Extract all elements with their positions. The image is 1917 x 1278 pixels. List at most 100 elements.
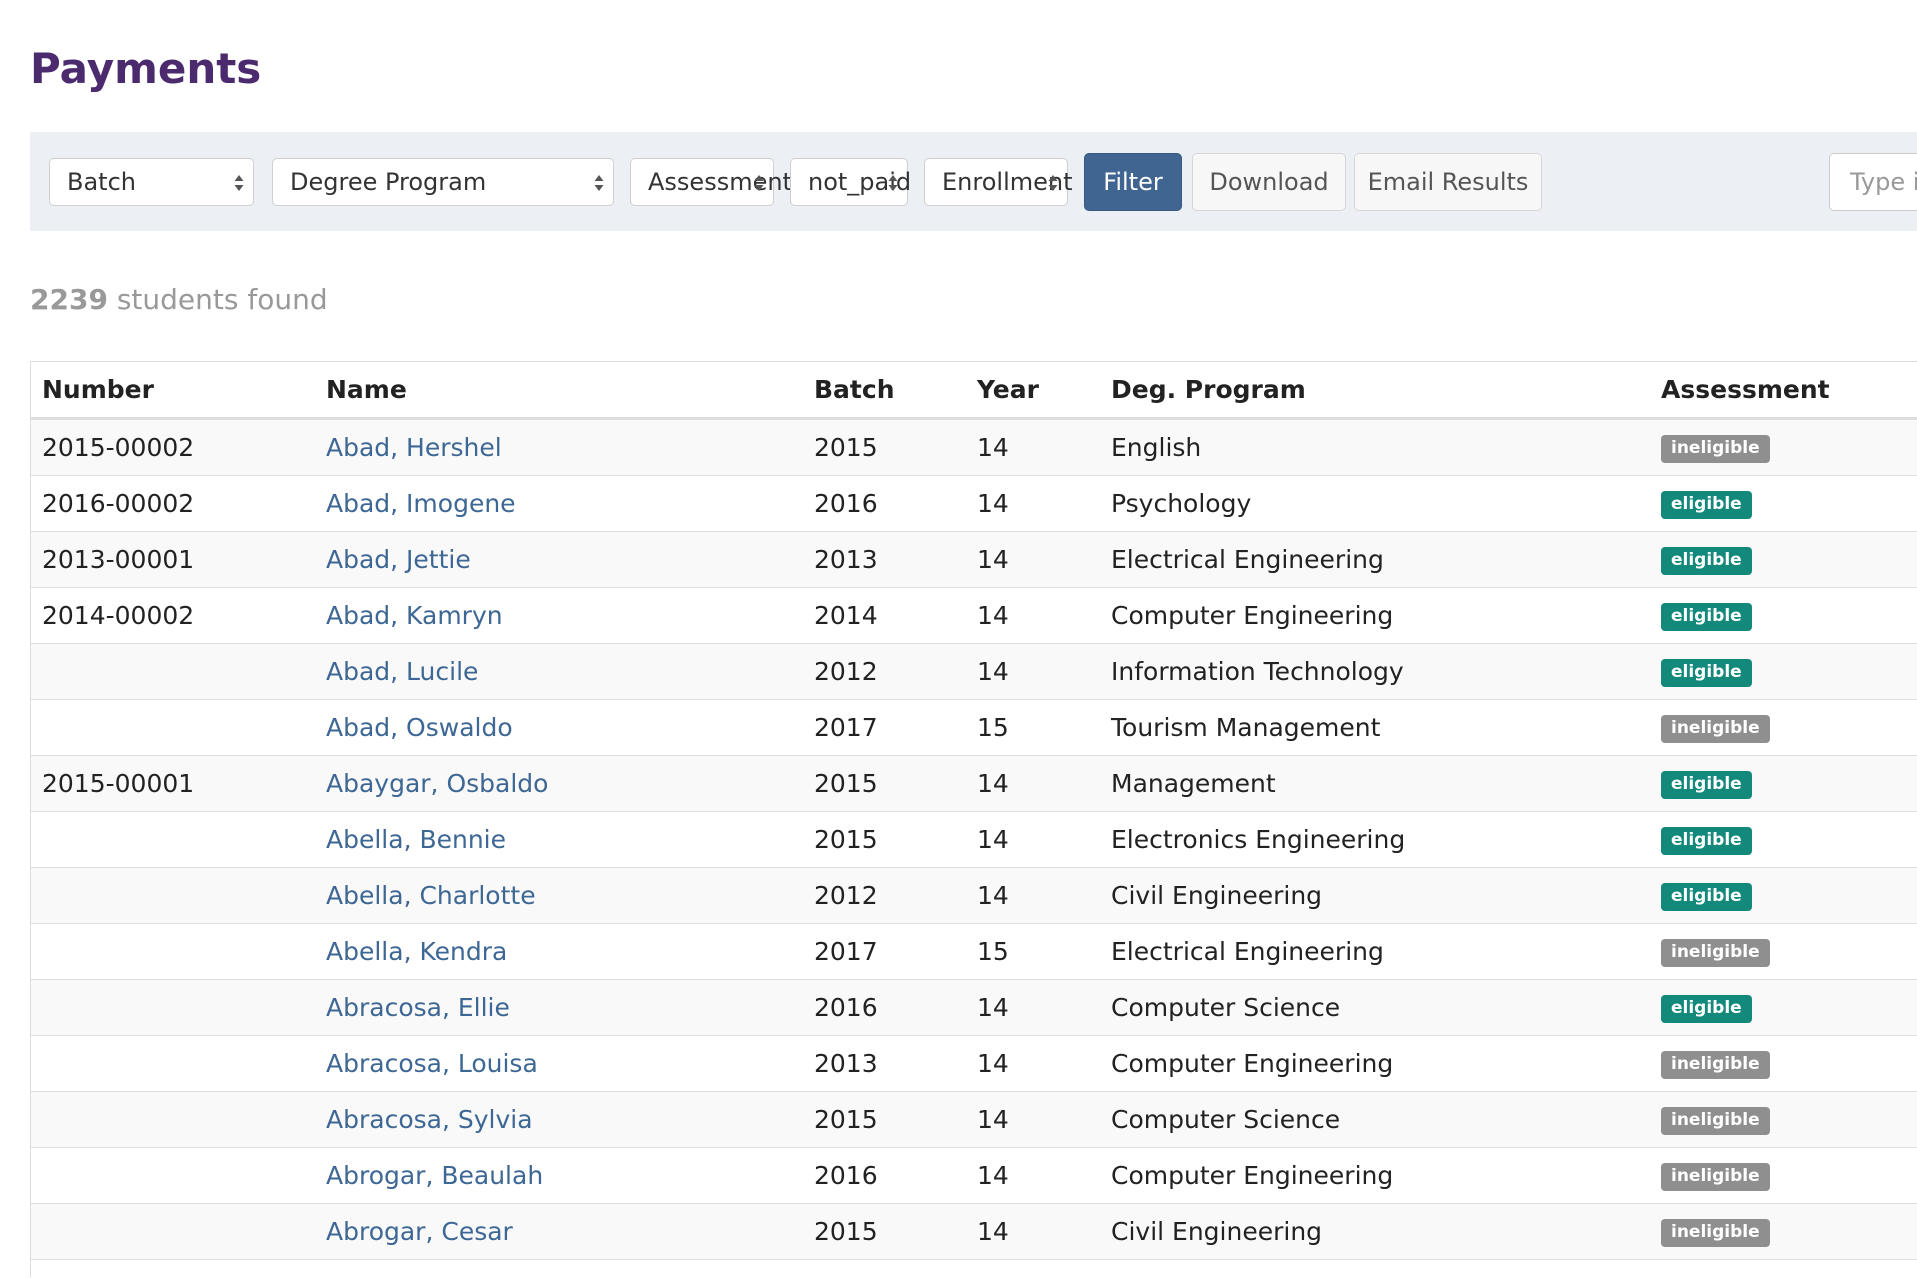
cell-assessment: ineligible	[1650, 923, 1917, 980]
cell-batch: 2015	[803, 418, 966, 476]
cell-batch: 2015	[803, 811, 966, 868]
assessment-badge: eligible	[1661, 658, 1752, 687]
cell-year: 14	[966, 1035, 1100, 1092]
cell-assessment: ineligible	[1650, 1035, 1917, 1092]
column-header-assessment[interactable]: Assessment	[1650, 362, 1917, 420]
cell-number: 2016-00002	[31, 475, 315, 532]
cell-number: 2013-00001	[31, 531, 315, 588]
cell-year: 14	[966, 755, 1100, 812]
cell-name: Abaygar, Osbaldo	[315, 755, 803, 812]
cell-name: Abad, Imogene	[315, 475, 803, 532]
student-name-link[interactable]: Abad, Hershel	[326, 433, 502, 462]
degree-program-select[interactable]: Degree Program	[272, 158, 614, 206]
cell-number: 2014-00002	[31, 587, 315, 644]
table-row: Abad, Oswaldo 2017 15 Tourism Management…	[31, 699, 1917, 756]
assessment-badge: ineligible	[1661, 714, 1770, 743]
cell-deg-program: Electrical Engineering	[1100, 923, 1650, 980]
student-name-link[interactable]: Abad, Imogene	[326, 489, 516, 518]
assessment-badge: eligible	[1661, 994, 1752, 1023]
cell-name: Abracosa, Ellie	[315, 979, 803, 1036]
cell-name: Abad, Jettie	[315, 531, 803, 588]
cell-year: 14	[966, 643, 1100, 700]
assessment-select[interactable]: Assessment	[630, 158, 792, 206]
cell-deg-program: Computer Engineering	[1100, 587, 1650, 644]
up-down-arrows-icon	[888, 175, 898, 191]
cell-batch: 2015	[803, 1091, 966, 1148]
enrollment-select[interactable]: Enrollment	[924, 158, 1073, 206]
student-name-link[interactable]: Abaygar, Osbaldo	[326, 769, 548, 798]
cell-deg-program: Computer Science	[1100, 1091, 1650, 1148]
column-header-number[interactable]: Number	[31, 362, 315, 420]
column-header-year[interactable]: Year	[966, 362, 1100, 420]
cell-deg-program: Information Technology	[1100, 643, 1650, 700]
cell-number	[31, 979, 315, 1036]
table-row: Abella, Charlotte 2012 14 Civil Engineer…	[31, 867, 1917, 924]
cell-year: 14	[966, 867, 1100, 924]
column-header-batch[interactable]: Batch	[803, 362, 966, 420]
cell-assessment: eligible	[1650, 531, 1917, 588]
cell-batch: 2014	[803, 587, 966, 644]
email-results-button[interactable]: Email Results	[1354, 153, 1542, 211]
cell-name: Abrogar, Beaulah	[315, 1147, 803, 1204]
student-name-link[interactable]: Abella, Bennie	[326, 825, 506, 854]
student-name-link[interactable]: Abracosa, Louisa	[326, 1049, 538, 1078]
student-name-link[interactable]: Abad, Jettie	[326, 545, 471, 574]
cell-assessment: eligible	[1650, 755, 1917, 812]
cell-name: Abad, Oswaldo	[315, 699, 803, 756]
cell-name: Abella, Bennie	[315, 811, 803, 868]
student-name-link[interactable]: Abracosa, Sylvia	[326, 1105, 533, 1134]
cell-deg-program: Electrical Engineering	[1100, 531, 1650, 588]
cell-assessment: ineligible	[1650, 699, 1917, 756]
student-name-link[interactable]: Abad, Oswaldo	[326, 713, 513, 742]
payments-page: Payments Batch Degree Program Assessment…	[0, 0, 1917, 1278]
cell-year: 15	[966, 699, 1100, 756]
cell-batch: 2012	[803, 867, 966, 924]
cell-number: 2015-00002	[31, 418, 315, 476]
student-name-link[interactable]: Abad, Lucile	[326, 657, 478, 686]
up-down-arrows-icon	[594, 175, 604, 191]
cell-batch: 2017	[803, 923, 966, 980]
column-header-deg-program[interactable]: Deg. Program	[1100, 362, 1650, 420]
cell-number	[31, 923, 315, 980]
table-row: Abella, Kendra 2017 15 Electrical Engine…	[31, 923, 1917, 980]
table-row: Abad, Lucile 2012 14 Information Technol…	[31, 643, 1917, 700]
cell-deg-program: Electronics Engineering	[1100, 811, 1650, 868]
filter-button[interactable]: Filter	[1084, 153, 1182, 211]
students-table: Number Name Batch Year Deg. Program Asse…	[31, 362, 1917, 1260]
student-name-link[interactable]: Abrogar, Beaulah	[326, 1161, 543, 1190]
cell-name: Abracosa, Louisa	[315, 1035, 803, 1092]
column-header-name[interactable]: Name	[315, 362, 803, 420]
student-name-link[interactable]: Abella, Kendra	[326, 937, 507, 966]
cell-assessment: eligible	[1650, 811, 1917, 868]
assessment-badge: eligible	[1661, 546, 1752, 575]
cell-year: 15	[966, 923, 1100, 980]
download-button[interactable]: Download	[1192, 153, 1346, 211]
cell-batch: 2017	[803, 699, 966, 756]
student-search-input[interactable]	[1829, 153, 1917, 211]
cell-assessment: ineligible	[1650, 1203, 1917, 1260]
student-name-link[interactable]: Abad, Kamryn	[326, 601, 503, 630]
result-count-number: 2239	[30, 283, 108, 316]
cell-number	[31, 1091, 315, 1148]
cell-year: 14	[966, 531, 1100, 588]
cell-assessment: eligible	[1650, 867, 1917, 924]
student-name-link[interactable]: Abrogar, Cesar	[326, 1217, 513, 1246]
cell-deg-program: Tourism Management	[1100, 699, 1650, 756]
assessment-badge: eligible	[1661, 882, 1752, 911]
student-name-link[interactable]: Abracosa, Ellie	[326, 993, 510, 1022]
batch-select[interactable]: Batch	[49, 158, 254, 206]
cell-assessment: eligible	[1650, 587, 1917, 644]
assessment-select-value: Assessment	[648, 168, 792, 196]
up-down-arrows-icon	[754, 175, 764, 191]
result-count: 2239 students found	[30, 280, 328, 320]
cell-deg-program: English	[1100, 418, 1650, 476]
cell-year: 14	[966, 587, 1100, 644]
cell-assessment: eligible	[1650, 979, 1917, 1036]
cell-year: 14	[966, 979, 1100, 1036]
cell-number	[31, 811, 315, 868]
cell-assessment: eligible	[1650, 475, 1917, 532]
cell-assessment: ineligible	[1650, 1147, 1917, 1204]
cell-number: 2015-00001	[31, 755, 315, 812]
payment-status-select[interactable]: not_paid	[790, 158, 911, 206]
student-name-link[interactable]: Abella, Charlotte	[326, 881, 536, 910]
